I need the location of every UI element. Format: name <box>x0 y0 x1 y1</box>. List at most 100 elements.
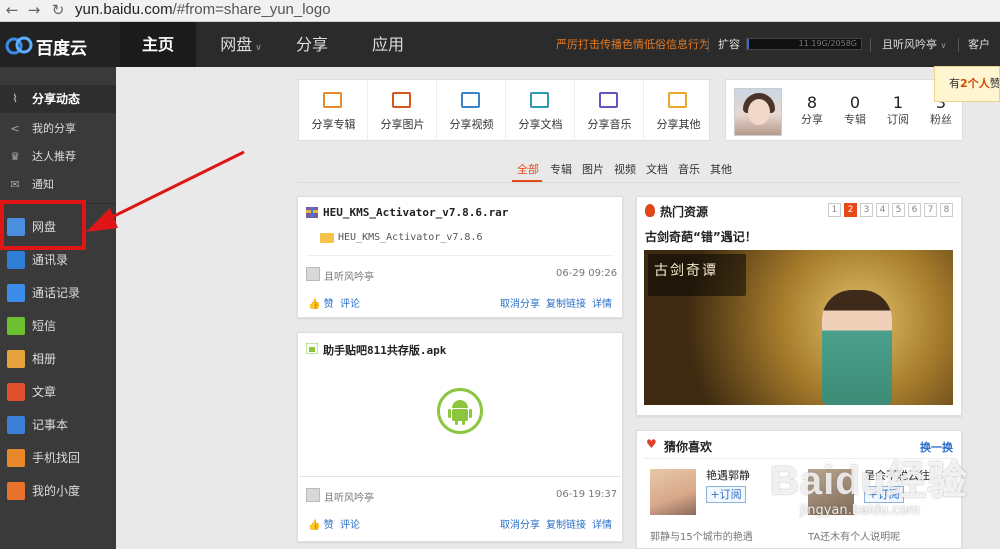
sidebar-item-label: 文章 <box>32 385 57 399</box>
feed-title[interactable]: HEU_KMS_Activator_v7.8.6.rar <box>323 206 508 219</box>
share-video-button[interactable]: 分享视频 <box>437 80 506 140</box>
home-icon <box>7 482 25 500</box>
apk-preview[interactable] <box>299 366 621 476</box>
hot-subtitle[interactable]: 古剑奇葩“错”遇记！ <box>645 228 757 245</box>
stat-subscriptions[interactable]: 1 订阅 <box>880 94 916 128</box>
profile-card: 8 分享 0 专辑 1 订阅 3 粉丝 <box>725 79 963 141</box>
suggested-user-name[interactable]: 艳遇郭静 <box>706 467 750 483</box>
top-navbar: 百度云 主页 网盘 ∨ 分享 应用 严厉打击传播色情低俗信息行为 扩容 11.19… <box>0 22 1000 96</box>
sidebar-item-label: 我的分享 <box>32 122 76 135</box>
filter-divider <box>298 182 963 183</box>
share-album-button[interactable]: 分享专辑 <box>299 80 368 140</box>
hot-resource-image[interactable]: 古剑奇谭 <box>644 250 953 405</box>
page-button[interactable]: 4 <box>876 203 889 217</box>
filter-music[interactable]: 音乐 <box>678 161 700 177</box>
page-button-active[interactable]: 2 <box>844 203 857 217</box>
thumbs-up-icon: 👍 <box>308 520 321 531</box>
address-bar[interactable]: yun.baidu.com/#from=share_yun_logo <box>75 0 331 22</box>
toast-prefix: 有 <box>949 77 960 90</box>
back-icon[interactable]: ← <box>2 0 22 22</box>
share-document-button[interactable]: 分享文档 <box>506 80 575 140</box>
detail-button[interactable]: 详情 <box>592 516 612 531</box>
page-button[interactable]: 1 <box>828 203 841 217</box>
cancel-share-button[interactable]: 取消分享 <box>500 516 540 531</box>
page-button[interactable]: 5 <box>892 203 905 217</box>
copy-link-button[interactable]: 复制链接 <box>546 295 586 310</box>
card-divider <box>299 476 621 477</box>
feed-title[interactable]: 助手贴吧811共存版.apk <box>323 342 446 358</box>
feed-user[interactable]: 且听风吟亭 <box>324 268 374 283</box>
suggested-user-avatar[interactable] <box>650 469 696 515</box>
sidebar-item-articles[interactable]: 文章 <box>0 377 116 407</box>
share-other-button[interactable]: 分享其他 <box>644 80 713 140</box>
share-button-label: 分享视频 <box>449 118 494 131</box>
user-avatar-icon[interactable] <box>306 267 320 281</box>
like-button[interactable]: 👍 赞 <box>308 295 334 310</box>
filter-images[interactable]: 图片 <box>582 161 604 177</box>
like-label: 赞 <box>323 520 334 531</box>
activity-icon: ⌇ <box>12 92 18 105</box>
expand-storage-link[interactable]: 扩容 <box>718 22 740 67</box>
comment-button[interactable]: 评论 <box>340 295 360 310</box>
sidebar-item-album[interactable]: 相册 <box>0 344 116 374</box>
sidebar-item-my-shares[interactable]: < 我的分享 <box>0 115 116 143</box>
share-button-label: 分享图片 <box>380 118 425 131</box>
tab-apps[interactable]: 应用 <box>358 22 418 67</box>
sidebar-item-share-feed[interactable]: ⌇ 分享动态 <box>0 85 116 113</box>
quota-fill <box>747 39 750 49</box>
reload-icon[interactable]: ↻ <box>48 0 68 22</box>
user-avatar-icon[interactable] <box>306 488 320 502</box>
stat-shares[interactable]: 8 分享 <box>794 94 830 128</box>
other-icon <box>668 92 687 108</box>
content-warning-link[interactable]: 严厉打击传播色情低俗信息行为 <box>556 22 710 67</box>
feed-user[interactable]: 且听风吟亭 <box>324 489 374 504</box>
filter-all[interactable]: 全部 <box>517 161 539 177</box>
stat-value: 8 <box>806 93 818 112</box>
chevron-down-icon: ∨ <box>255 43 262 53</box>
filter-albums[interactable]: 专辑 <box>550 161 572 177</box>
feed-time: 06-19 19:37 <box>556 489 618 500</box>
share-button-label: 分享专辑 <box>311 118 356 131</box>
baidu-jingyan-watermark: Baidu经验 <box>770 459 969 503</box>
apk-file-icon <box>306 343 318 354</box>
tab-home[interactable]: 主页 <box>120 22 196 67</box>
username-menu[interactable]: 且听风吟亭 ∨ <box>882 22 946 68</box>
filter-videos[interactable]: 视频 <box>614 161 636 177</box>
filter-other[interactable]: 其他 <box>710 161 732 177</box>
notification-toast[interactable]: 有2个人赞 <box>934 66 1000 102</box>
share-music-button[interactable]: 分享音乐 <box>575 80 644 140</box>
sidebar-item-find-phone[interactable]: 手机找回 <box>0 443 116 473</box>
folder-name[interactable]: HEU_KMS_Activator_v7.8.6 <box>338 232 483 243</box>
call-log-icon <box>7 284 25 302</box>
like-button[interactable]: 👍 赞 <box>308 516 334 531</box>
page-button[interactable]: 3 <box>860 203 873 217</box>
subscribe-button[interactable]: +订阅 <box>706 486 746 503</box>
tab-share[interactable]: 分享 <box>282 22 342 67</box>
page-button[interactable]: 6 <box>908 203 921 217</box>
watermark-url: jingyan.baidu.com <box>800 503 920 518</box>
baidu-cloud-logo[interactable]: 百度云 <box>0 22 120 67</box>
sidebar-item-my-xiaodu[interactable]: 我的小度 <box>0 476 116 506</box>
page-button[interactable]: 8 <box>940 203 953 217</box>
filter-documents[interactable]: 文档 <box>646 161 668 177</box>
detail-button[interactable]: 详情 <box>592 295 612 310</box>
stat-albums[interactable]: 0 专辑 <box>837 94 873 128</box>
contacts-icon <box>7 251 25 269</box>
sidebar-item-call-log[interactable]: 通话记录 <box>0 278 116 308</box>
sidebar-item-label: 相册 <box>32 352 57 366</box>
share-image-button[interactable]: 分享图片 <box>368 80 437 140</box>
comment-button[interactable]: 评论 <box>340 516 360 531</box>
article-icon <box>7 383 25 401</box>
page-button[interactable]: 7 <box>924 203 937 217</box>
avatar[interactable] <box>734 88 782 136</box>
forward-icon[interactable]: → <box>24 0 44 22</box>
thumbs-up-icon: 👍 <box>308 299 321 310</box>
sidebar-item-sms[interactable]: 短信 <box>0 311 116 341</box>
sidebar-item-notepad[interactable]: 记事本 <box>0 410 116 440</box>
share-button-label: 分享其他 <box>656 118 701 131</box>
stat-label: 专辑 <box>844 113 866 126</box>
tab-netdisk[interactable]: 网盘 ∨ <box>205 22 277 67</box>
share-icon: < <box>10 122 20 135</box>
copy-link-button[interactable]: 复制链接 <box>546 516 586 531</box>
cancel-share-button[interactable]: 取消分享 <box>500 295 540 310</box>
